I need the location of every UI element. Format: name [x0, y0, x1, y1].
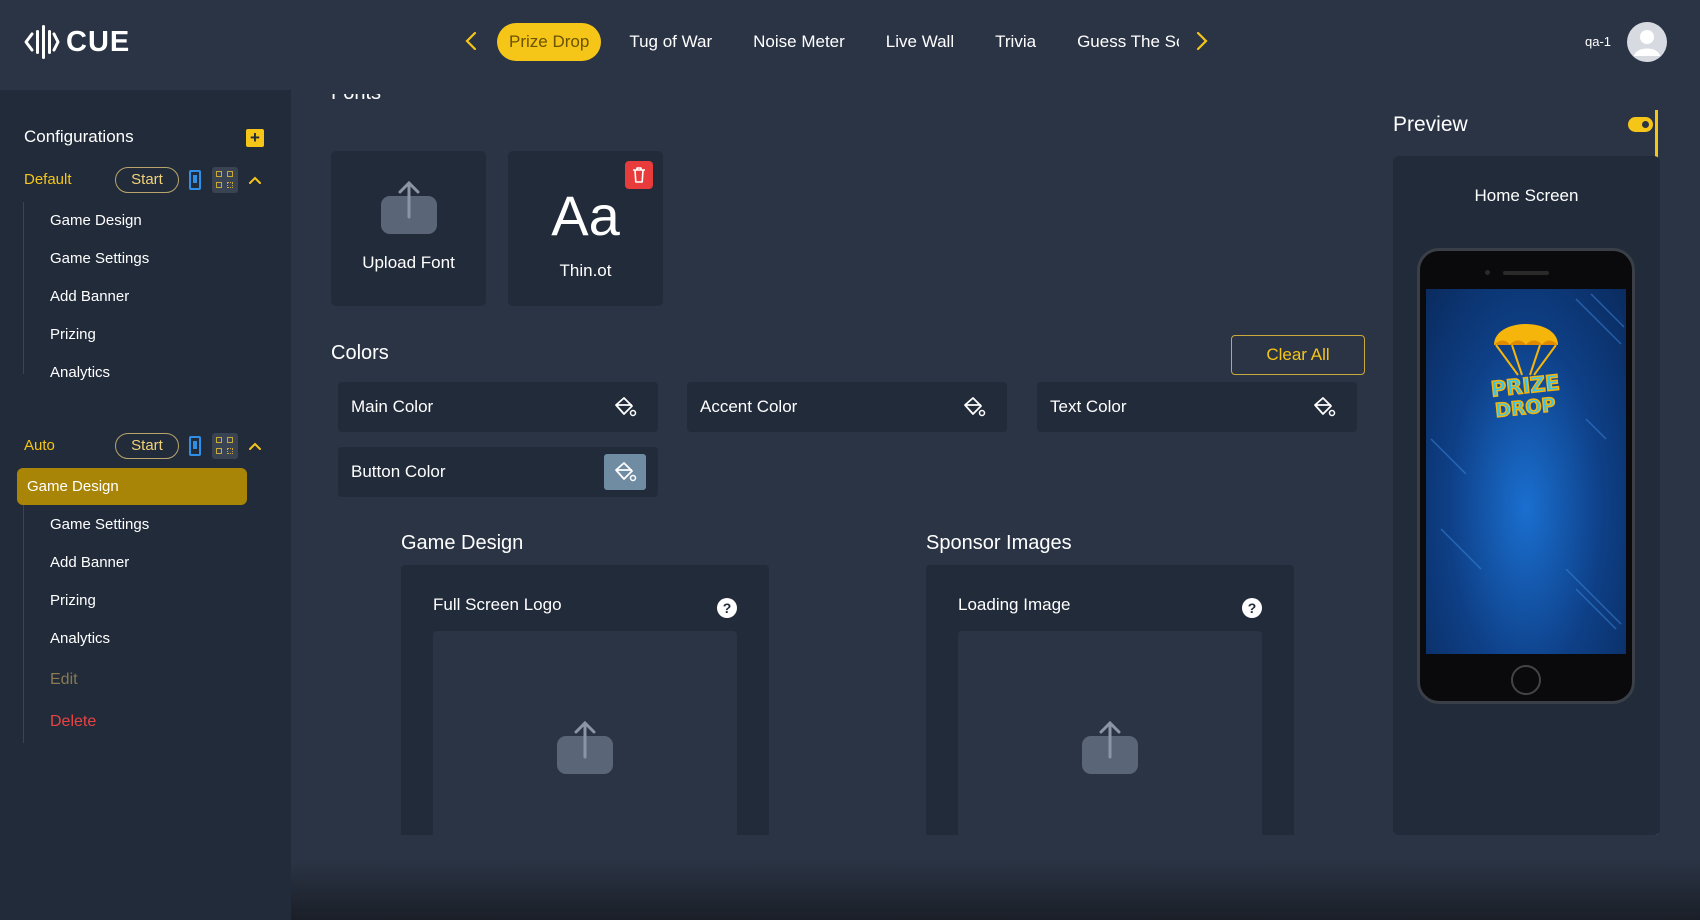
auto-analytics[interactable]: Analytics — [40, 620, 270, 657]
qr-code-icon[interactable] — [212, 167, 238, 193]
default-game-settings[interactable]: Game Settings — [40, 240, 270, 277]
loading-image-panel: Loading Image ? — [926, 565, 1294, 835]
accent-color-field[interactable]: Accent Color — [687, 382, 1007, 432]
help-icon[interactable]: ? — [717, 598, 737, 618]
chevron-left-icon — [465, 31, 477, 51]
loading-image-dropzone[interactable] — [958, 631, 1262, 835]
chevron-up-icon[interactable] — [248, 441, 262, 451]
qr-code-icon[interactable] — [212, 433, 238, 459]
tab-tug-of-war[interactable]: Tug of War — [617, 23, 724, 61]
brand-name: CUE — [66, 25, 131, 58]
chevron-right-icon — [1196, 31, 1208, 51]
auto-add-banner[interactable]: Add Banner — [40, 544, 270, 581]
auto-game-settings[interactable]: Game Settings — [40, 506, 270, 543]
auto-edit-link[interactable]: Edit — [40, 661, 270, 698]
default-analytics[interactable]: Analytics — [40, 354, 270, 391]
help-icon[interactable]: ? — [1242, 598, 1262, 618]
chevron-up-icon[interactable] — [248, 175, 262, 185]
button-color-field[interactable]: Button Color — [338, 447, 658, 497]
accent-color-label: Accent Color — [700, 397, 798, 416]
font-preview-glyph: Aa — [551, 184, 620, 247]
paint-bucket-icon[interactable] — [612, 394, 638, 420]
user-name: qa-1 — [1585, 34, 1612, 49]
preview-card: Home Screen PRIZE DROP — [1393, 156, 1660, 835]
full-screen-logo-label: Full Screen Logo — [433, 595, 562, 614]
font-file-name: Thin.ot — [559, 261, 612, 280]
upload-icon — [1099, 720, 1121, 759]
paint-bucket-icon[interactable] — [961, 394, 987, 420]
tabs-prev-button[interactable] — [458, 26, 484, 56]
cue-logo-icon — [24, 25, 60, 59]
preview-title: Preview — [1393, 113, 1468, 136]
main-color-label: Main Color — [351, 397, 434, 416]
upload-font-card[interactable]: Upload Font — [331, 151, 486, 306]
mobile-preview-icon[interactable] — [189, 170, 201, 190]
tab-prize-drop[interactable]: Prize Drop — [497, 23, 602, 61]
cue-logo[interactable]: CUE — [24, 22, 130, 62]
delete-font-button[interactable] — [625, 161, 653, 189]
auto-tree-line — [23, 468, 24, 743]
auto-delete-link[interactable]: Delete — [40, 703, 270, 740]
upload-icon — [398, 180, 420, 219]
main-color-field[interactable]: Main Color — [338, 382, 658, 432]
paint-bucket-icon[interactable] — [1311, 394, 1337, 420]
sponsor-images-title: Sponsor Images — [926, 532, 1072, 554]
text-color-label: Text Color — [1050, 397, 1127, 416]
default-start-button[interactable]: Start — [115, 167, 179, 193]
game-design-title: Game Design — [401, 532, 524, 554]
colors-title: Colors — [331, 342, 389, 364]
tab-live-wall[interactable]: Live Wall — [874, 23, 966, 61]
text-color-field[interactable]: Text Color — [1037, 382, 1357, 432]
auto-game-design[interactable]: Game Design — [17, 468, 247, 505]
phone-camera — [1485, 270, 1490, 275]
paint-bucket-icon — [615, 462, 637, 482]
user-icon — [1634, 30, 1660, 56]
phone-home-button — [1511, 665, 1541, 695]
top-bar: CUE Prize Drop Tug of War Noise Meter Li… — [0, 0, 1700, 90]
tab-guess-the-score[interactable]: Guess The Sc — [1065, 23, 1179, 61]
config-default-label[interactable]: Default — [24, 171, 72, 188]
default-add-banner[interactable]: Add Banner — [40, 278, 270, 315]
phone-mockup: PRIZE DROP — [1417, 248, 1635, 704]
full-screen-logo-panel: Full Screen Logo ? — [401, 565, 769, 835]
sidebar: Configurations + Default Start Game Desi… — [0, 90, 291, 920]
tabs-next-button[interactable] — [1189, 26, 1215, 56]
default-tree-line — [23, 202, 24, 374]
full-screen-logo-dropzone[interactable] — [433, 631, 737, 835]
prize-drop-logo: PRIZE DROP — [1489, 324, 1562, 423]
clear-all-button[interactable]: Clear All — [1231, 335, 1365, 375]
home-screen-label: Home Screen — [1474, 186, 1579, 205]
tab-noise-meter[interactable]: Noise Meter — [741, 23, 857, 61]
phone-speaker — [1503, 271, 1549, 275]
trash-icon — [633, 167, 645, 183]
add-configuration-button[interactable]: + — [246, 129, 264, 147]
loading-image-label: Loading Image — [958, 595, 1071, 614]
tab-trivia[interactable]: Trivia — [983, 23, 1048, 61]
button-color-label: Button Color — [351, 462, 446, 481]
avatar[interactable] — [1627, 22, 1667, 62]
configurations-title: Configurations — [24, 127, 134, 146]
bottom-fade — [291, 860, 1700, 920]
font-file-card[interactable]: Aa Thin.ot — [508, 151, 663, 306]
upload-icon — [574, 720, 596, 759]
game-tabs: Prize Drop Tug of War Noise Meter Live W… — [497, 23, 1179, 61]
phone-screen: PRIZE DROP — [1426, 289, 1626, 654]
preview-toggle[interactable] — [1628, 117, 1653, 132]
default-prizing[interactable]: Prizing — [40, 316, 270, 353]
mobile-preview-icon[interactable] — [189, 436, 201, 456]
config-auto-label[interactable]: Auto — [24, 437, 55, 454]
default-game-design[interactable]: Game Design — [40, 202, 270, 239]
auto-prizing[interactable]: Prizing — [40, 582, 270, 619]
upload-font-label: Upload Font — [362, 253, 455, 272]
auto-start-button[interactable]: Start — [115, 433, 179, 459]
button-color-swatch[interactable] — [604, 454, 646, 490]
